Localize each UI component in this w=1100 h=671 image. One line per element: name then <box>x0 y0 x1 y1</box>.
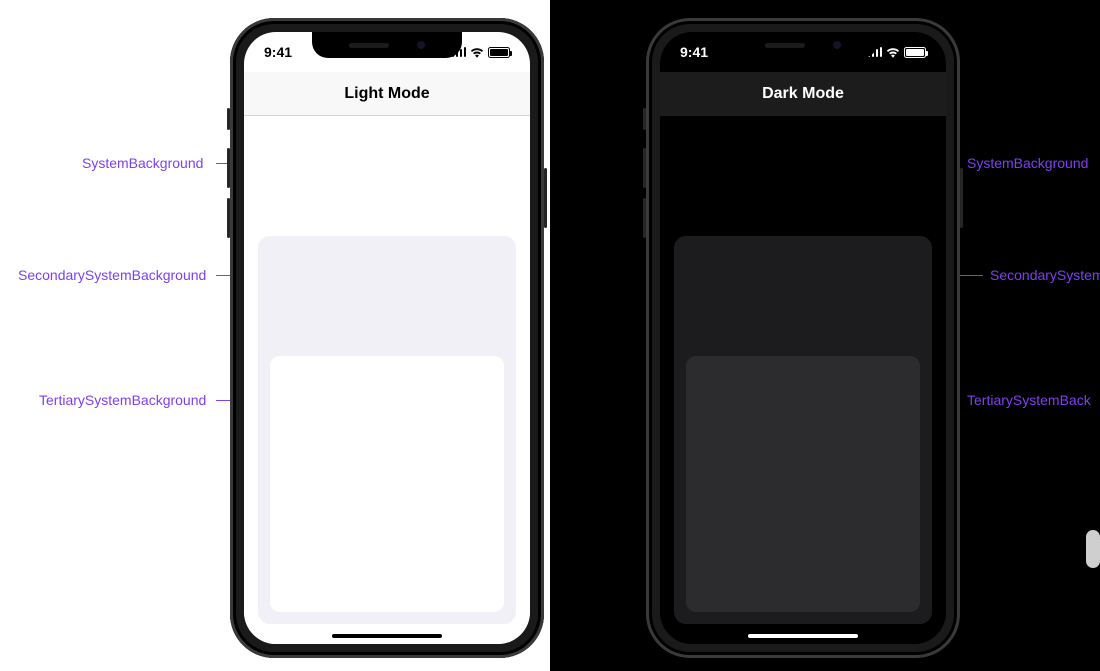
secondary-system-background-swatch <box>674 236 932 624</box>
scrollbar-thumb[interactable] <box>1086 530 1100 568</box>
light-mode-panel: SystemBackground SecondarySystemBackgrou… <box>0 0 550 671</box>
volume-down-button <box>227 198 230 238</box>
annotation-tertiary-bg: TertiarySystemBack <box>967 392 1091 408</box>
tertiary-system-background-swatch <box>270 356 504 612</box>
side-button <box>960 168 963 228</box>
wifi-icon <box>470 47 484 58</box>
iphone-frame-dark: 9:41 Dark Mode <box>646 18 960 658</box>
annotation-system-bg: SystemBackground <box>967 155 1088 171</box>
side-button <box>544 168 547 228</box>
system-background-swatch <box>660 116 946 644</box>
annotation-tertiary-bg: TertiarySystemBackground <box>39 392 206 408</box>
battery-icon <box>904 47 926 58</box>
notch <box>312 32 462 58</box>
secondary-system-background-swatch <box>258 236 516 624</box>
page-title: Light Mode <box>344 85 429 103</box>
navigation-bar: Dark Mode <box>660 72 946 116</box>
home-indicator[interactable] <box>748 634 858 638</box>
content-area <box>660 116 946 644</box>
content-area <box>244 116 530 644</box>
comparison-canvas: SystemBackground SecondarySystemBackgrou… <box>0 0 1100 671</box>
annotation-secondary-bg: SecondarySystemB <box>990 267 1100 283</box>
home-indicator[interactable] <box>332 634 442 638</box>
system-background-swatch <box>244 116 530 644</box>
dark-mode-panel: SystemBackground SecondarySystemB Tertia… <box>550 0 1100 671</box>
annotation-secondary-bg: SecondarySystemBackground <box>18 267 206 283</box>
mute-switch <box>227 108 230 130</box>
status-time: 9:41 <box>680 44 708 60</box>
front-camera <box>833 41 841 49</box>
notch <box>728 32 878 58</box>
front-camera <box>417 41 425 49</box>
page-title: Dark Mode <box>762 85 844 103</box>
volume-up-button <box>227 148 230 188</box>
status-time: 9:41 <box>264 44 292 60</box>
battery-icon <box>488 47 510 58</box>
volume-up-button <box>643 148 646 188</box>
screen: 9:41 Dark Mode <box>660 32 946 644</box>
tertiary-system-background-swatch <box>686 356 920 612</box>
navigation-bar: Light Mode <box>244 72 530 116</box>
mute-switch <box>643 108 646 130</box>
volume-down-button <box>643 198 646 238</box>
wifi-icon <box>886 47 900 58</box>
speaker-grill <box>349 43 389 48</box>
iphone-frame-light: 9:41 Light Mode <box>230 18 544 658</box>
screen: 9:41 Light Mode <box>244 32 530 644</box>
speaker-grill <box>765 43 805 48</box>
annotation-system-bg: SystemBackground <box>82 155 203 171</box>
